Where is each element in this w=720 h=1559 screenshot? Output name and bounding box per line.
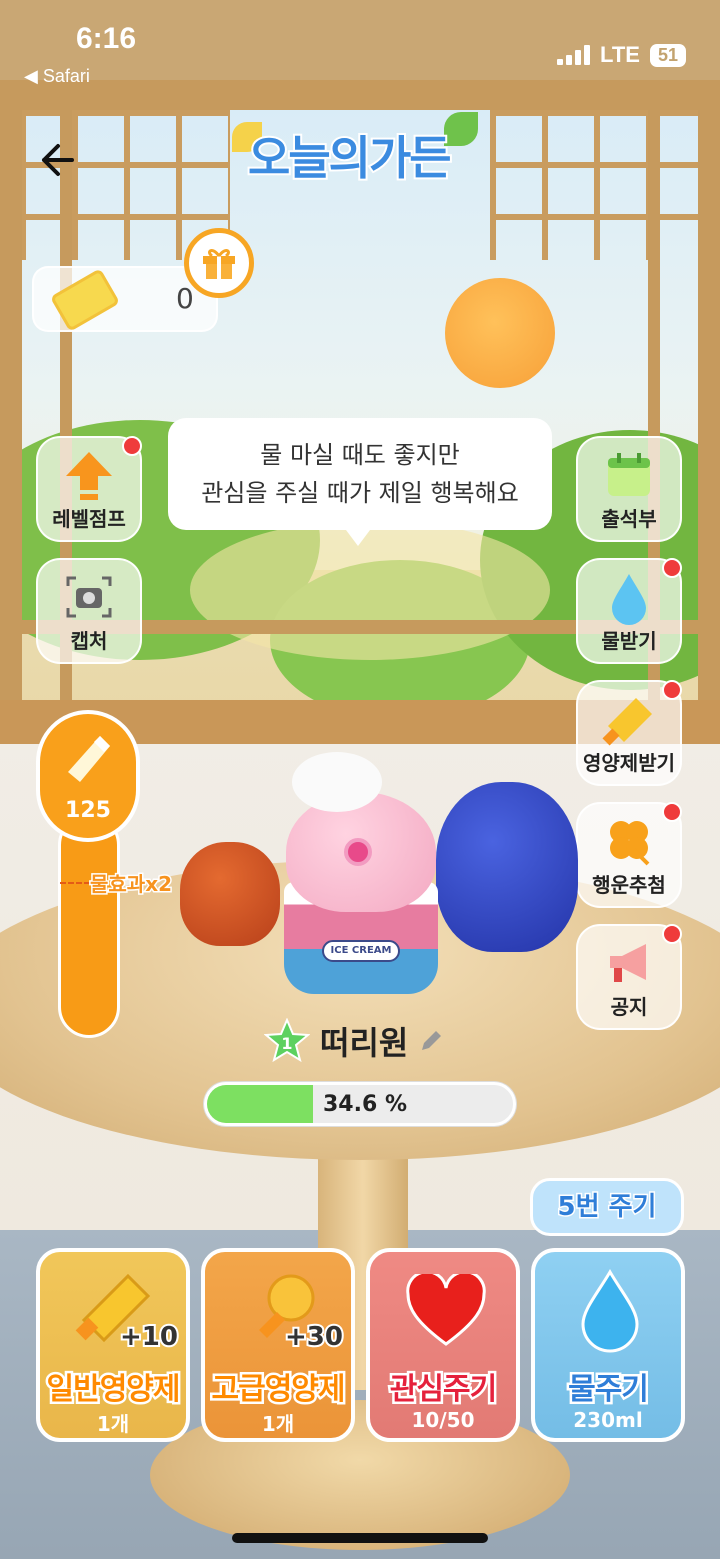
premium-nutrient-label: 고급영양제	[209, 1370, 348, 1410]
capture-label: 캡처	[70, 629, 108, 653]
attendance-label: 출석부	[601, 507, 657, 531]
edit-pencil-icon[interactable]	[418, 1028, 444, 1054]
red-pouch	[180, 842, 280, 946]
get-water-label: 물받기	[601, 629, 657, 653]
growth-progress-bar: 34.6 %	[204, 1082, 516, 1126]
status-indicators: LTE 51	[557, 42, 686, 68]
gift-button[interactable]	[184, 228, 254, 298]
pink-character[interactable]	[286, 752, 436, 912]
lucky-draw-label: 행운추첨	[592, 873, 666, 897]
status-time: 6:16	[76, 22, 137, 55]
lucky-draw-button[interactable]: 행운추첨	[576, 802, 682, 908]
nutrient-gauge-head: 125	[36, 710, 140, 842]
basic-nutrient-plus: +10	[118, 1320, 180, 1354]
nutrient-bottle-icon	[68, 736, 110, 782]
sun-illustration	[445, 278, 555, 388]
basic-nutrient-button[interactable]: +10 일반영양제 1개	[36, 1248, 190, 1442]
nutrient-gauge	[58, 814, 120, 1038]
get-nutrient-button[interactable]: 영양제받기	[576, 680, 682, 786]
give-attention-button[interactable]: 관심주기 10/50	[366, 1248, 520, 1442]
notification-dot	[122, 436, 142, 456]
speech-bubble: 물 마실 때도 좋지만 관심을 주실 때가 제일 행복해요	[168, 418, 552, 546]
water-times-tag: 5번 주기	[530, 1178, 684, 1236]
level-jump-label: 레벨점프	[52, 507, 126, 531]
speech-line-2: 관심을 주실 때가 제일 행복해요	[201, 479, 519, 507]
level-jump-button[interactable]: 레벨점프	[36, 436, 142, 542]
app-logo: 오늘의가든	[232, 112, 488, 198]
logo-text: 오늘의가든	[246, 129, 454, 187]
character-name-row: 1 떠리원	[264, 1018, 444, 1064]
water-bonus-marker: 물효과x2	[60, 868, 174, 898]
camera-icon	[66, 576, 112, 618]
give-water-label: 물주기	[566, 1370, 652, 1410]
water-amount: 230ml	[573, 1408, 643, 1432]
growth-progress-fill	[207, 1085, 313, 1123]
notification-dot	[662, 924, 682, 944]
notification-dot	[662, 558, 682, 578]
character-name: 떠리원	[320, 1024, 409, 1062]
back-arrow-icon[interactable]	[36, 140, 76, 180]
give-attention-label: 관심주기	[387, 1370, 499, 1410]
bonus-dashed-line	[60, 881, 90, 884]
clover-icon	[610, 821, 650, 866]
frame-top-beam	[0, 80, 720, 110]
calendar-icon	[608, 453, 650, 496]
nutrient-gauge-value: 125	[65, 798, 111, 823]
ticket-count: 0	[176, 282, 194, 315]
get-water-button[interactable]: 물받기	[576, 558, 682, 664]
signal-icon	[557, 45, 591, 65]
attendance-button[interactable]: 출석부	[576, 436, 682, 542]
water-drop-icon	[612, 574, 646, 625]
back-to-safari-link[interactable]: ◀ Safari	[24, 66, 90, 87]
premium-nutrient-count: 1개	[261, 1412, 295, 1436]
attention-count: 10/50	[411, 1408, 475, 1432]
capture-button[interactable]: 캡처	[36, 558, 142, 664]
battery-icon: 51	[649, 43, 686, 67]
character-hat	[292, 752, 382, 812]
give-water-button[interactable]: 물주기 230ml	[531, 1248, 685, 1442]
notice-button[interactable]: 공지	[576, 924, 682, 1030]
level-star-icon: 1	[264, 1018, 310, 1063]
blue-pouch[interactable]	[436, 782, 578, 952]
notification-dot	[662, 680, 682, 700]
basic-nutrient-label: 일반영양제	[44, 1370, 183, 1410]
pacifier-icon	[344, 838, 372, 866]
cup-label: ICE CREAM	[322, 940, 400, 962]
horizon-glow	[190, 520, 550, 660]
notification-dot	[662, 802, 682, 822]
heart-icon	[406, 1274, 486, 1346]
growth-progress-text: 34.6 %	[323, 1092, 407, 1117]
megaphone-icon	[610, 944, 646, 982]
gift-icon	[203, 249, 235, 279]
level-number: 1	[281, 1034, 292, 1053]
premium-nutrient-button[interactable]: +30 고급영양제 1개	[201, 1248, 355, 1442]
network-type: LTE	[600, 42, 640, 67]
home-indicator[interactable]	[232, 1533, 488, 1543]
window-lattice-right	[490, 110, 700, 260]
arrow-up-icon	[66, 452, 112, 500]
water-bonus-label: 물효과x2	[88, 871, 173, 898]
basic-nutrient-count: 1개	[96, 1412, 130, 1436]
nutrient-bottle-icon	[602, 698, 652, 746]
get-nutrient-label: 영양제받기	[583, 751, 675, 775]
notice-label: 공지	[610, 995, 648, 1019]
premium-nutrient-plus: +30	[283, 1320, 345, 1354]
clover-ticket-icon	[49, 268, 121, 332]
speech-line-1: 물 마실 때도 좋지만	[260, 441, 460, 469]
water-drop-icon	[581, 1269, 639, 1353]
